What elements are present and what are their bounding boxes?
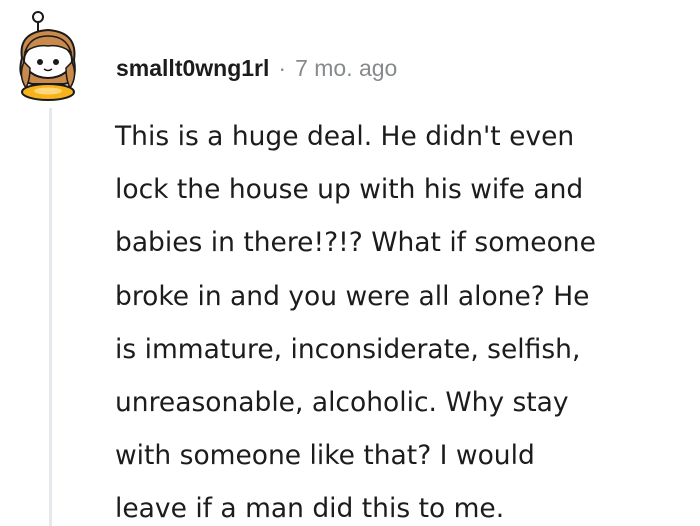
comment-line: broke in and you were all alone? He — [115, 280, 590, 312]
thread-line[interactable] — [49, 108, 52, 526]
comment-line: babies in there!?!? What if someone — [115, 227, 596, 259]
username-link[interactable]: smallt0wng1rl — [116, 55, 269, 82]
comment-line: is immature, inconsiderate, selfish, — [115, 333, 581, 365]
comment-body: This is a huge deal. He didn't even lock… — [115, 110, 695, 526]
comment-line: This is a huge deal. He didn't even — [115, 121, 575, 152]
comment-header: smallt0wng1rl · 7 mo. ago — [116, 50, 397, 86]
snoo-avatar-icon — [19, 11, 76, 101]
comment-line: unreasonable, alcoholic. Why stay — [115, 387, 569, 419]
comment-line: lock the house up with his wife and — [115, 174, 584, 206]
comment: smallt0wng1rl · 7 mo. ago This is a huge… — [0, 0, 700, 526]
comment-line: with someone like that? I would — [115, 440, 535, 472]
timestamp-link[interactable]: 7 mo. ago — [295, 55, 397, 82]
user-avatar[interactable] — [8, 10, 92, 102]
comment-line: leave if a man did this to me. — [115, 493, 505, 525]
meta-separator: · — [278, 54, 287, 81]
